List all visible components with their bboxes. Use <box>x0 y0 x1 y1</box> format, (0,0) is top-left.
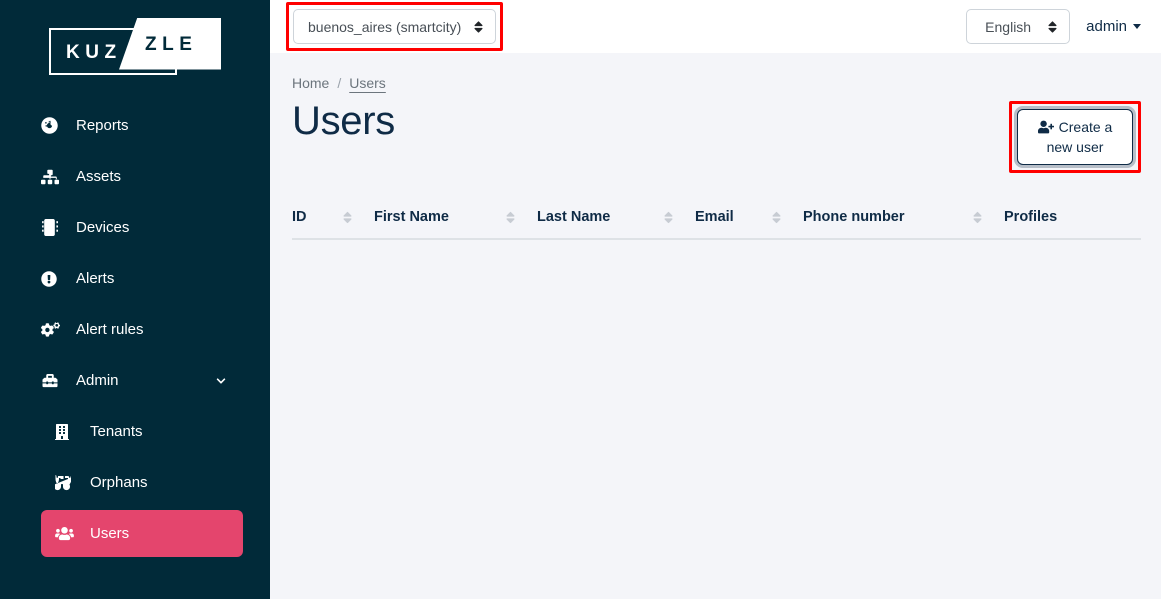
sidebar: KUZ ZLE Reports Assets Devices Alerts Al… <box>0 0 270 599</box>
sidebar-item-label: Users <box>90 525 130 542</box>
account-menu-label: admin <box>1086 18 1127 35</box>
column-label: ID <box>292 209 307 225</box>
language-select-value: English <box>985 18 1032 35</box>
tenant-select-value: buenos_aires (smartcity) <box>308 18 462 35</box>
create-user-line1: Create a <box>1058 119 1113 135</box>
users-table-head: ID First Name Last Name Email Phone numb… <box>292 201 1141 240</box>
sidebar-item-tenants[interactable]: Tenants <box>41 408 243 455</box>
sort-icon[interactable] <box>973 210 1004 225</box>
sidebar-item-devices[interactable]: Devices <box>27 204 243 251</box>
column-header-email[interactable]: Email <box>695 201 803 240</box>
sidebar-item-alerts[interactable]: Alerts <box>27 255 243 302</box>
create-user-line2: new user <box>1046 139 1104 155</box>
sidebar-item-label: Devices <box>76 219 130 236</box>
column-label: Profiles <box>1004 209 1058 225</box>
sitemap-icon <box>41 169 65 185</box>
app-root: KUZ ZLE Reports Assets Devices Alerts Al… <box>0 0 1161 599</box>
sidebar-item-users[interactable]: Users <box>41 510 243 557</box>
users-table-wrapper: ID First Name Last Name Email Phone numb… <box>292 201 1141 240</box>
topbar-right: English admin <box>966 9 1141 44</box>
building-icon <box>55 423 79 440</box>
sidebar-item-admin[interactable]: Admin <box>27 357 243 404</box>
sidebar-item-alert-rules[interactable]: Alert rules <box>27 306 243 353</box>
sidebar-item-label: Alerts <box>76 270 115 287</box>
users-icon <box>55 526 79 541</box>
select-arrows-icon <box>1048 19 1057 34</box>
breadcrumb-separator: / <box>337 75 342 91</box>
users-table: ID First Name Last Name Email Phone numb… <box>292 201 1141 240</box>
column-header-id[interactable]: ID <box>292 201 374 240</box>
tenant-select[interactable]: buenos_aires (smartcity) <box>293 9 497 44</box>
select-arrows-icon <box>474 19 483 34</box>
logo-text-zle: ZLE <box>145 33 198 55</box>
brand-logo[interactable]: KUZ ZLE <box>0 0 270 92</box>
tachometer-icon <box>41 117 65 134</box>
table-header-row: ID First Name Last Name Email Phone numb… <box>292 201 1141 240</box>
microchip-icon <box>41 219 65 236</box>
create-user-highlight: Create a new user <box>1009 101 1141 173</box>
column-label: Phone number <box>803 209 905 225</box>
binoculars-icon <box>55 474 79 491</box>
sidebar-item-label: Assets <box>76 168 122 185</box>
user-plus-icon <box>1037 120 1054 134</box>
sidebar-item-label: Reports <box>76 117 129 134</box>
sidebar-item-label: Orphans <box>90 474 148 491</box>
exclamation-circle-icon <box>41 270 65 287</box>
caret-down-icon <box>1133 24 1141 29</box>
language-select[interactable]: English <box>966 9 1071 44</box>
sort-icon[interactable] <box>664 210 695 225</box>
tenant-select-highlight: buenos_aires (smartcity) <box>286 2 504 51</box>
sidebar-nav: Reports Assets Devices Alerts Alert rule… <box>0 92 270 561</box>
cogs-icon <box>41 321 65 338</box>
account-menu[interactable]: admin <box>1086 18 1141 35</box>
chevron-down-icon[interactable] <box>213 376 229 386</box>
breadcrumb-home[interactable]: Home <box>292 75 329 91</box>
toolbox-icon <box>41 373 65 388</box>
content-area: Home / Users Users Create a new user ID … <box>270 53 1161 599</box>
page-title: Users <box>292 99 395 143</box>
sort-icon[interactable] <box>343 210 374 225</box>
sidebar-item-label: Tenants <box>90 423 143 440</box>
sort-icon[interactable] <box>772 210 803 225</box>
topbar: buenos_aires (smartcity) English admin <box>270 0 1161 53</box>
title-row: Users Create a new user <box>290 97 1141 173</box>
logo-text-kuz: KUZ <box>66 41 122 63</box>
sidebar-item-reports[interactable]: Reports <box>27 102 243 149</box>
breadcrumb: Home / Users <box>292 53 1141 91</box>
column-label: First Name <box>374 209 449 225</box>
column-header-last-name[interactable]: Last Name <box>537 201 695 240</box>
sidebar-item-assets[interactable]: Assets <box>27 153 243 200</box>
column-label: Email <box>695 209 734 225</box>
column-header-phone-number[interactable]: Phone number <box>803 201 1004 240</box>
column-header-profiles[interactable]: Profiles <box>1004 201 1141 240</box>
column-label: Last Name <box>537 209 611 225</box>
sidebar-item-label: Alert rules <box>76 321 144 338</box>
column-header-first-name[interactable]: First Name <box>374 201 537 240</box>
breadcrumb-current[interactable]: Users <box>349 75 386 91</box>
sidebar-item-orphans[interactable]: Orphans <box>41 459 243 506</box>
sort-icon[interactable] <box>506 210 537 225</box>
sidebar-item-label: Admin <box>76 372 119 389</box>
create-user-button[interactable]: Create a new user <box>1017 109 1133 165</box>
main-area: buenos_aires (smartcity) English admin H… <box>270 0 1161 599</box>
